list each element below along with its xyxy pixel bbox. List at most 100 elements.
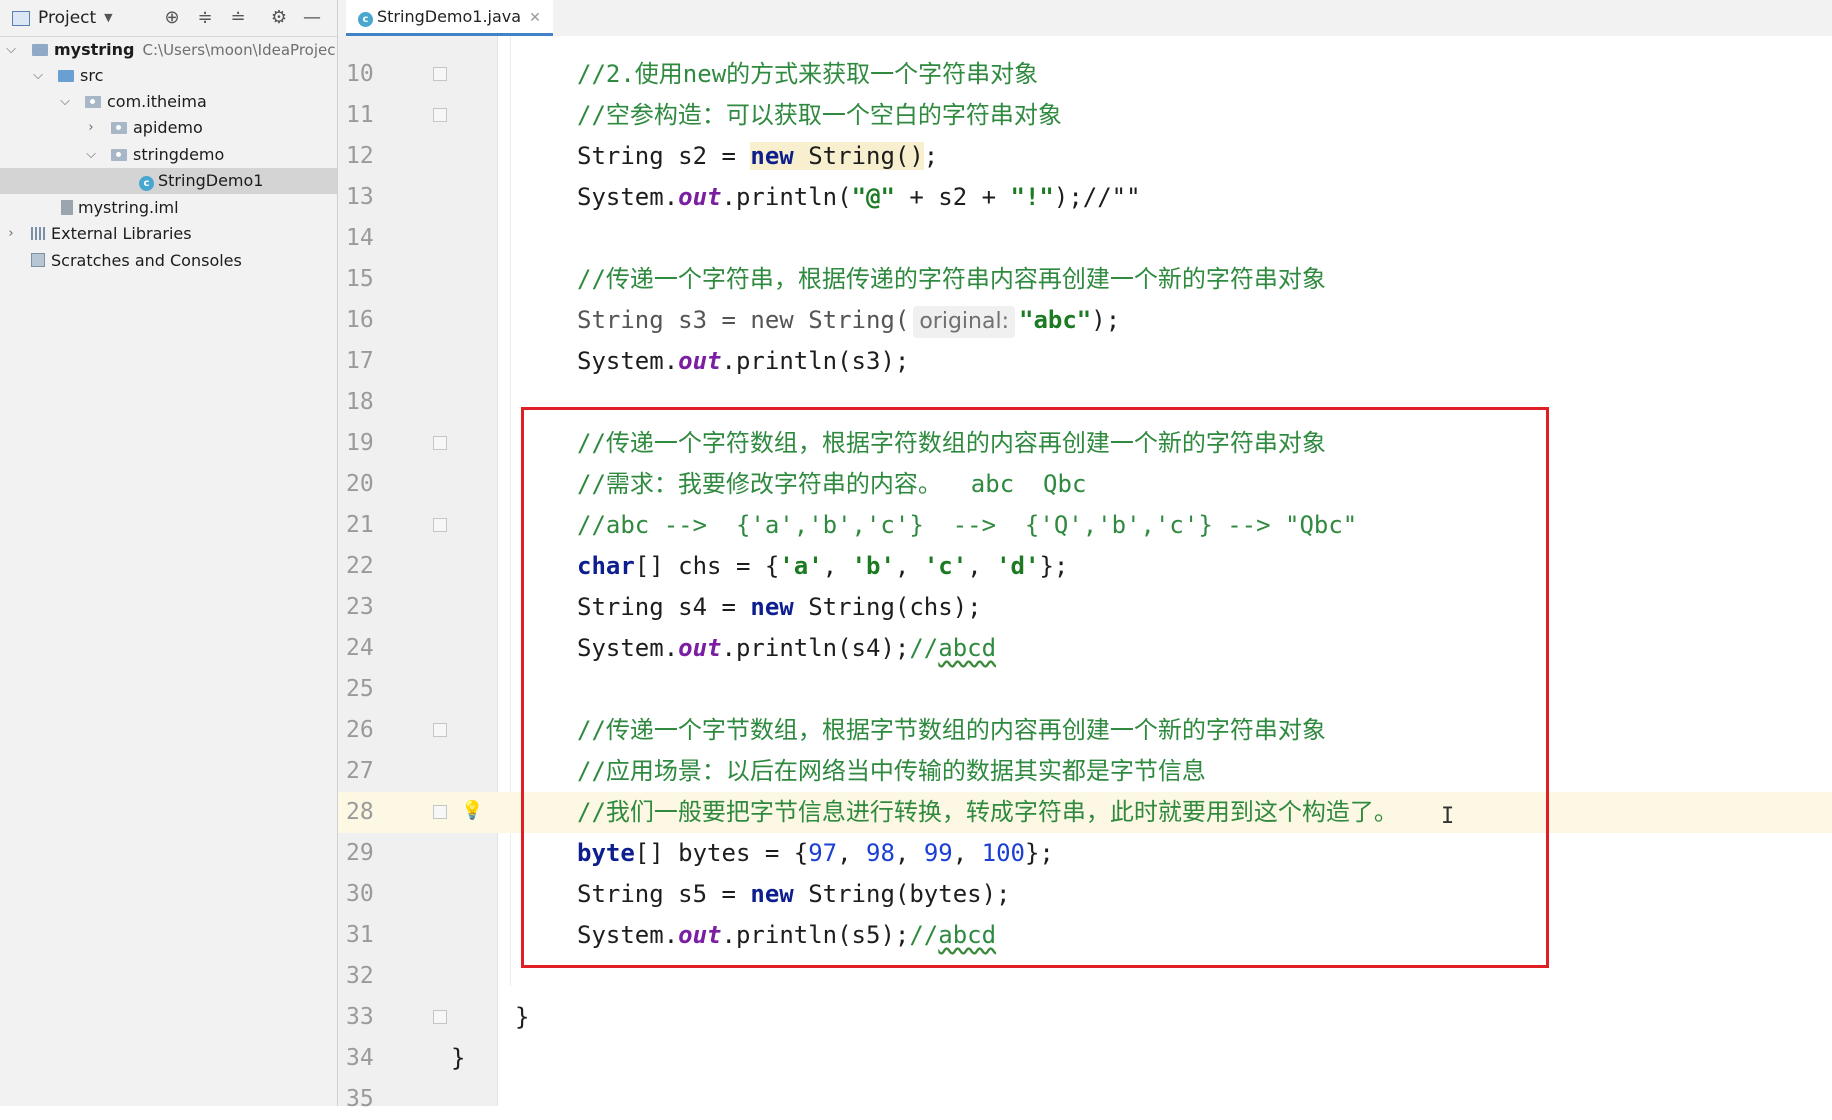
line-number: 30 xyxy=(346,881,374,907)
code-line[interactable]: 32 xyxy=(338,956,1832,997)
iml-file-icon xyxy=(61,200,73,215)
code-token: + s2 + xyxy=(894,183,1011,211)
char-literal: 'd' xyxy=(996,552,1040,580)
code-token: String s5 = xyxy=(577,880,751,908)
code-text: System.out.println("@" + s2 + "!");//"" xyxy=(577,177,1141,218)
line-number: 12 xyxy=(346,143,374,169)
text-cursor-icon: I xyxy=(1441,804,1455,829)
code-editor[interactable]: 10 //2.使用new的方式来获取一个字符串对象 11 //空参构造：可以获取… xyxy=(338,36,1832,1112)
collapse-all-icon[interactable]: ≐ xyxy=(227,7,249,29)
code-line[interactable]: 17 System.out.println(s3); xyxy=(338,341,1832,382)
line-number: 25 xyxy=(346,676,374,702)
fold-marker-icon[interactable] xyxy=(433,67,447,81)
chevron-right-icon[interactable]: › xyxy=(84,115,98,141)
tree-item-label: apidemo xyxy=(133,118,203,137)
code-line[interactable]: 18 xyxy=(338,382,1832,423)
static-field: out xyxy=(678,183,722,211)
line-number: 24 xyxy=(346,635,374,661)
line-number: 26 xyxy=(346,717,374,743)
code-line[interactable]: 22 char[] chs = {'a', 'b', 'c', 'd'}; xyxy=(338,546,1832,587)
code-line[interactable]: 27 //应用场景：以后在网络当中传输的数据其实都是字节信息 xyxy=(338,751,1832,792)
minimize-icon[interactable]: — xyxy=(301,7,323,29)
line-number: 29 xyxy=(346,840,374,866)
code-line[interactable]: 11 //空参构造：可以获取一个空白的字符串对象 xyxy=(338,95,1832,136)
line-number: 17 xyxy=(346,348,374,374)
chevron-down-icon[interactable]: ⌵ xyxy=(31,63,45,89)
code-line[interactable]: 13 System.out.println("@" + s2 + "!");//… xyxy=(338,177,1832,218)
code-text: } xyxy=(515,997,529,1038)
comment: abc Qbc xyxy=(970,470,1087,498)
code-line[interactable]: 21 //abc --> {'a','b','c'} --> {'Q','b',… xyxy=(338,505,1832,546)
expand-all-icon[interactable]: ≑ xyxy=(194,7,216,29)
static-field: out xyxy=(678,634,722,662)
code-token: , xyxy=(952,839,982,867)
code-line[interactable]: 34 } xyxy=(338,1038,1832,1079)
number-literal: 97 xyxy=(808,839,838,867)
code-text: //2.使用new的方式来获取一个字符串对象 xyxy=(577,54,1038,95)
line-number: 19 xyxy=(346,430,374,456)
comment: //空参构造：可以获取一个空白的字符串对象 xyxy=(577,101,1062,129)
code-token: String(bytes); xyxy=(793,880,1011,908)
code-token: [] chs = { xyxy=(634,552,780,580)
code-line[interactable]: 35 xyxy=(338,1079,1832,1120)
chevron-down-icon[interactable]: ⌵ xyxy=(4,37,18,63)
locate-icon[interactable]: ⊕ xyxy=(161,7,183,29)
chevron-right-icon[interactable]: › xyxy=(4,221,18,247)
comment: //传递一个字节数组，根据字节数组的内容再创建一个新的字符串对象 xyxy=(577,716,1326,744)
code-line[interactable]: 10 //2.使用new的方式来获取一个字符串对象 xyxy=(338,54,1832,95)
string-literal: "abc" xyxy=(1019,306,1092,334)
code-text: //应用场景：以后在网络当中传输的数据其实都是字节信息 xyxy=(577,751,1206,792)
code-line[interactable]: 30 String s5 = new String(bytes); xyxy=(338,874,1832,915)
fold-marker-icon[interactable] xyxy=(433,108,447,122)
chevron-down-icon[interactable]: ⌵ xyxy=(84,142,98,168)
code-line[interactable]: 12 String s2 = new String(); xyxy=(338,136,1832,177)
code-text: } xyxy=(451,1038,465,1079)
project-root-path: C:\Users\moon\IdeaProjec xyxy=(142,41,336,59)
code-line[interactable]: 20 //需求：我要修改字符串的内容。 abc Qbc xyxy=(338,464,1832,505)
code-token: String(chs); xyxy=(793,593,982,621)
project-view-selector[interactable]: Project ▼ xyxy=(12,0,113,36)
code-line[interactable]: 15 //传递一个字符串，根据传递的字符串内容再创建一个新的字符串对象 xyxy=(338,259,1832,300)
tree-item-label: mystring.iml xyxy=(78,198,179,217)
fold-marker-icon[interactable] xyxy=(433,723,447,737)
keyword: byte xyxy=(577,839,635,867)
code-line[interactable]: 26 //传递一个字节数组，根据字节数组的内容再创建一个新的字符串对象 xyxy=(338,710,1832,751)
fold-marker-icon[interactable] xyxy=(433,1010,447,1024)
code-token: }; xyxy=(1024,839,1054,867)
tree-item-stringdemo1[interactable]: c StringDemo1 xyxy=(0,168,337,194)
code-line[interactable]: 33 } xyxy=(338,997,1832,1038)
line-number: 32 xyxy=(346,963,374,989)
comment: //应用场景：以后在网络当中传输的数据其实都是字节信息 xyxy=(577,757,1206,785)
code-line-current[interactable]: 28 💡 //我们一般要把字节信息进行转换，转成字符串，此时就要用到这个构造了。 xyxy=(338,792,1832,833)
code-line[interactable]: 29 byte[] bytes = {97, 98, 99, 100}; xyxy=(338,833,1832,874)
code-line[interactable]: 14 xyxy=(338,218,1832,259)
code-line[interactable]: 16 String s3 = new String(original: "abc"… xyxy=(338,300,1832,341)
code-token xyxy=(793,142,809,170)
code-token: String() xyxy=(808,142,924,170)
comment: // xyxy=(909,921,939,949)
code-token: String s3 = new String( xyxy=(577,306,910,334)
code-text: char[] chs = {'a', 'b', 'c', 'd'}; xyxy=(577,546,1068,587)
fold-marker-icon[interactable] xyxy=(433,436,447,450)
code-token: System. xyxy=(577,183,679,211)
project-icon xyxy=(12,10,30,26)
gear-icon[interactable]: ⚙ xyxy=(268,7,290,29)
code-token: ); xyxy=(1091,306,1121,334)
close-icon[interactable]: ✕ xyxy=(529,10,541,26)
code-line[interactable]: 19 //传递一个字符数组，根据字符数组的内容再创建一个新的字符串对象 xyxy=(338,423,1832,464)
fold-marker-icon[interactable] xyxy=(433,805,447,819)
fold-marker-icon[interactable] xyxy=(433,518,447,532)
number-literal: 99 xyxy=(923,839,953,867)
tab-stringdemo1-java[interactable]: c StringDemo1.java ✕ xyxy=(346,0,553,36)
code-line[interactable]: 25 xyxy=(338,669,1832,710)
code-line[interactable]: 23 String s4 = new String(chs); xyxy=(338,587,1832,628)
code-line[interactable]: 24 System.out.println(s4);//abcd xyxy=(338,628,1832,669)
lightbulb-icon[interactable]: 💡 xyxy=(461,800,483,821)
chevron-down-icon[interactable]: ⌵ xyxy=(58,89,72,115)
code-token: .println(s4); xyxy=(721,634,910,662)
code-token: System. xyxy=(577,347,679,375)
project-toolbar: Project ▼ ⊕ ≑ ≐ ⚙ — xyxy=(0,0,337,37)
keyword: new xyxy=(750,880,794,908)
code-line[interactable]: 31 System.out.println(s5);//abcd xyxy=(338,915,1832,956)
line-number: 15 xyxy=(346,266,374,292)
